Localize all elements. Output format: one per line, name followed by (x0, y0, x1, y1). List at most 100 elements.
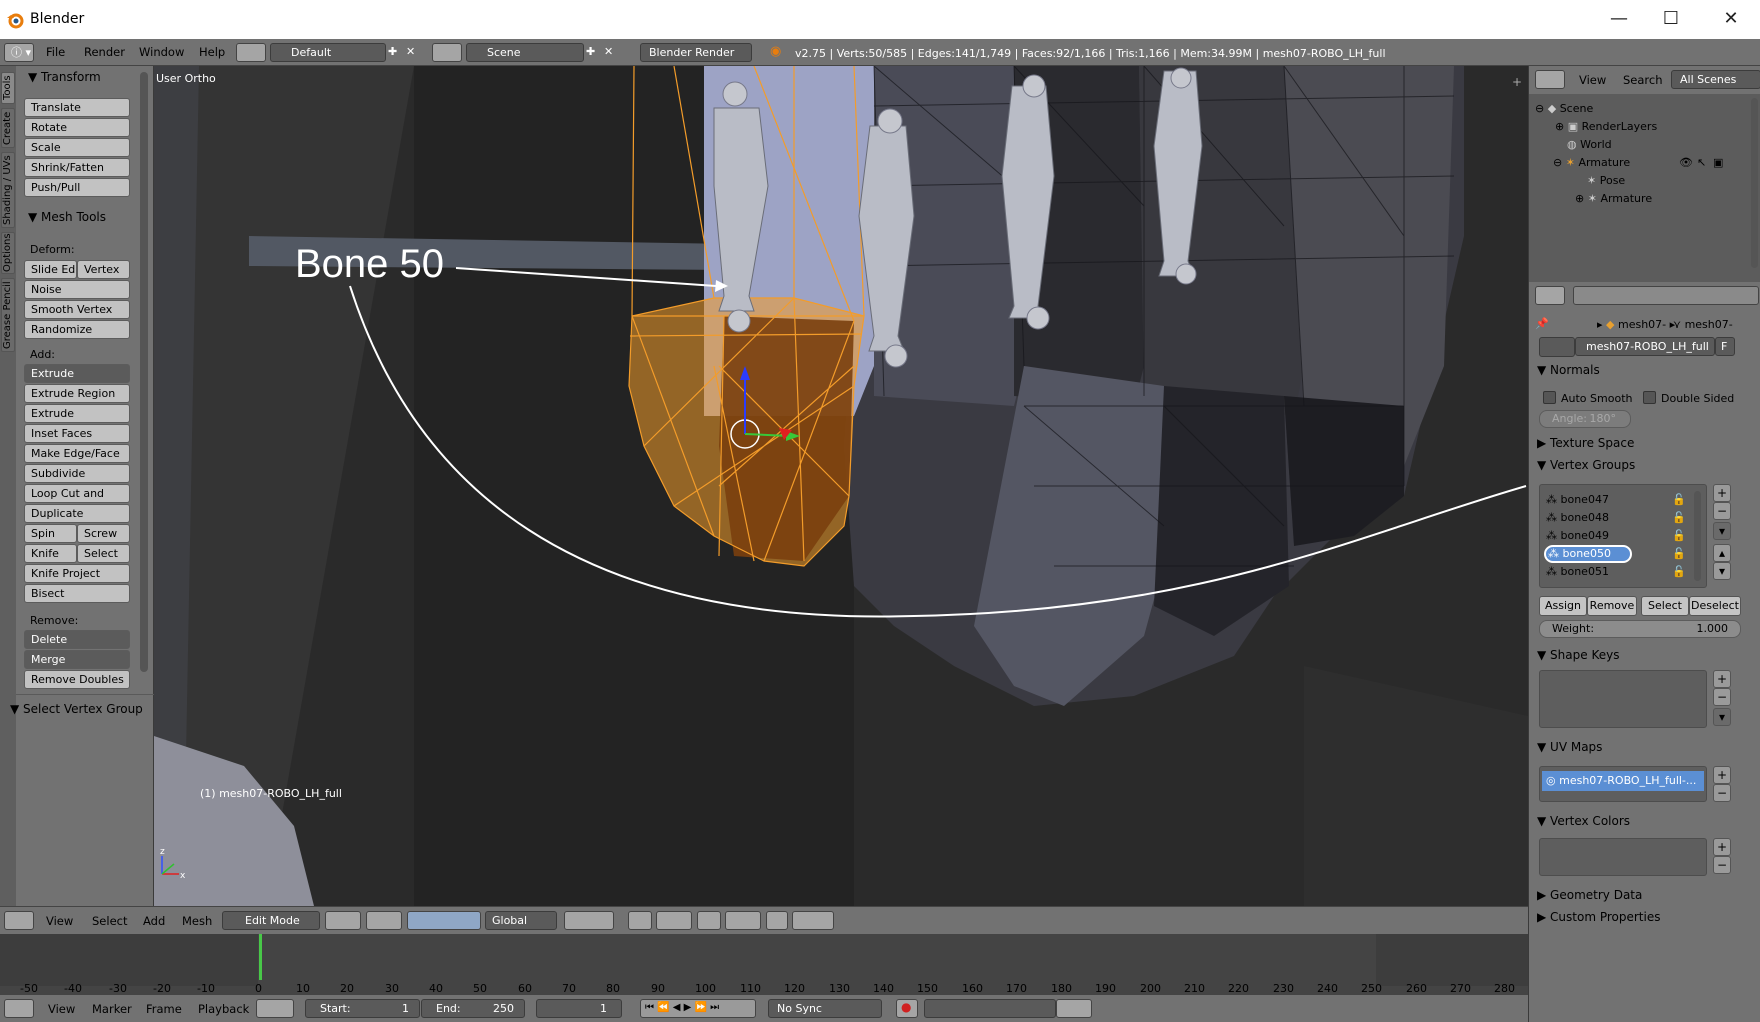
render-engine-select[interactable]: Blender Render (640, 43, 752, 62)
move-up-icon[interactable]: ▴ (1713, 544, 1731, 562)
add-layout-icon[interactable]: ✚ (388, 45, 397, 58)
vertex-groups-panel-header[interactable]: ▼ Vertex Groups (1537, 458, 1635, 472)
proportional-edit-icon[interactable] (656, 911, 692, 930)
outliner-item-renderlayers[interactable]: ⊕ ▣ RenderLayers (1555, 120, 1657, 133)
toolshelf-scrollbar[interactable] (140, 72, 148, 672)
outliner-scrollbar[interactable] (1751, 98, 1758, 268)
add-scene-icon[interactable]: ✚ (586, 45, 595, 58)
menu-help[interactable]: Help (199, 45, 225, 59)
loop-cut-button[interactable]: Loop Cut and Slide (24, 484, 130, 517)
scene-icon[interactable] (432, 43, 462, 62)
remove-vertex-group-button[interactable]: − (1713, 502, 1731, 520)
playback-controls[interactable]: ⏮ ⏪ ◀ ▶ ⏩ ⏭ (640, 999, 756, 1018)
shrink-fatten-button[interactable]: Shrink/Fatten (24, 158, 130, 177)
make-edge-face-button[interactable]: Make Edge/Face (24, 444, 130, 463)
vertex-group-item-active[interactable]: ⁂ bone050 (1544, 545, 1632, 563)
viewport-editor-type-icon[interactable] (4, 911, 34, 930)
viewport-menu-mesh[interactable]: Mesh (182, 914, 212, 928)
push-pull-button[interactable]: Push/Pull (24, 178, 130, 197)
close-button[interactable]: ✕ (1720, 8, 1742, 30)
outliner-item-pose[interactable]: ✶ Pose (1587, 174, 1625, 187)
orientation-select[interactable]: Global (485, 911, 557, 930)
viewport-menu-select[interactable]: Select (92, 914, 127, 928)
spin-button[interactable]: Spin (24, 524, 77, 543)
outliner-item-armature-data[interactable]: ⊕ ✶ Armature (1575, 192, 1652, 205)
manipulator-icons[interactable] (407, 911, 481, 930)
move-down-icon[interactable]: ▾ (1713, 562, 1731, 580)
rotate-button[interactable]: Rotate (24, 118, 130, 137)
auto-smooth-checkbox[interactable] (1543, 391, 1556, 404)
tab-create[interactable]: Create (1, 108, 15, 148)
screw-button[interactable]: Screw (77, 524, 130, 543)
weight-field[interactable]: Weight: 1.000 (1539, 620, 1741, 638)
lock-icon[interactable]: 🔓 (1672, 529, 1686, 542)
keyframe-icons[interactable] (1056, 999, 1092, 1018)
select-cursor-icon[interactable]: ↖ (1697, 156, 1706, 169)
snap-icon[interactable] (697, 911, 721, 930)
randomize-button[interactable]: Randomize (24, 320, 130, 339)
uv-maps-panel-header[interactable]: ▼ UV Maps (1537, 740, 1602, 754)
current-frame-marker[interactable] (259, 934, 262, 980)
mesh-tools-panel-header[interactable]: ▼ Mesh Tools (28, 210, 106, 224)
menu-window[interactable]: Window (139, 45, 184, 59)
select-button[interactable]: Select (1641, 596, 1689, 616)
mesh-datablock-icon[interactable] (1539, 337, 1575, 357)
vertex-group-item[interactable]: ⁂ bone049 (1546, 529, 1609, 542)
timeline-editor-type-icon[interactable] (4, 999, 34, 1018)
knife-button[interactable]: Knife (24, 544, 77, 563)
slide-edge-button[interactable]: Slide Ed (24, 260, 77, 279)
outliner-item-armature[interactable]: ⊖ ✶ Armature (1553, 156, 1630, 169)
remove-shape-key-button[interactable]: − (1713, 688, 1731, 706)
timeline-menu-frame[interactable]: Frame (146, 1002, 182, 1016)
vertex-group-specials-icon[interactable]: ▾ (1713, 522, 1731, 540)
bisect-button[interactable]: Bisect (24, 584, 130, 603)
remove-scene-icon[interactable]: ✕ (604, 45, 613, 58)
noise-button[interactable]: Noise (24, 280, 130, 299)
tab-options[interactable]: Options (1, 232, 15, 274)
add-shape-key-button[interactable]: + (1713, 670, 1731, 688)
remove-doubles-button[interactable]: Remove Doubles (24, 670, 130, 689)
lock-icon[interactable]: 🔓 (1672, 565, 1686, 578)
lock-icon[interactable]: 🔓 (1672, 547, 1686, 560)
start-frame-field[interactable]: Start: 1 (305, 999, 420, 1018)
merge-dropdown[interactable]: Merge (24, 650, 130, 669)
scale-button[interactable]: Scale (24, 138, 130, 157)
minimize-button[interactable]: — (1608, 8, 1630, 30)
extrude-individual-button[interactable]: Extrude Individual (24, 404, 130, 437)
vertex-colors-panel-header[interactable]: ▼ Vertex Colors (1537, 814, 1630, 828)
timeline[interactable]: -50 -40 -30 -20 -10 0 10 20 30 40 50 60 … (0, 934, 1528, 995)
current-frame-field[interactable]: 1 (536, 999, 622, 1018)
scene-field[interactable]: Scene (466, 43, 584, 62)
timeline-menu-playback[interactable]: Playback (198, 1002, 249, 1016)
properties-editor-type-icon[interactable] (1535, 286, 1565, 305)
subdivide-button[interactable]: Subdivide (24, 464, 130, 483)
properties-context-tabs[interactable] (1573, 286, 1759, 305)
double-sided-checkbox[interactable] (1643, 391, 1656, 404)
shape-key-specials-icon[interactable]: ▾ (1713, 708, 1731, 726)
remove-button[interactable]: Remove (1587, 596, 1637, 616)
extrude-dropdown[interactable]: Extrude (24, 364, 130, 383)
texture-space-panel-header[interactable]: ▶ Texture Space (1537, 436, 1634, 450)
maximize-button[interactable]: ☐ (1660, 8, 1682, 30)
pin-icon[interactable]: 📌 (1535, 317, 1549, 330)
3d-viewport[interactable]: z x + User Ortho (1) mesh07-ROBO_LH_full… (154, 66, 1528, 906)
angle-field[interactable]: Angle: 180° (1539, 410, 1631, 428)
mode-select[interactable]: Edit Mode (222, 911, 320, 930)
end-frame-field[interactable]: End: 250 (421, 999, 525, 1018)
add-vertex-group-button[interactable]: + (1713, 484, 1731, 502)
normals-panel-header[interactable]: ▼ Normals (1537, 363, 1600, 377)
smooth-vertex-button[interactable]: Smooth Vertex (24, 300, 130, 319)
uv-map-item[interactable]: ◎ mesh07-ROBO_LH_full-... (1542, 771, 1704, 791)
pivot-select-icon[interactable] (366, 911, 402, 930)
preview-range-icons[interactable] (256, 999, 294, 1018)
sync-select[interactable]: No Sync (768, 999, 882, 1018)
timeline-menu-marker[interactable]: Marker (92, 1002, 132, 1016)
visibility-eye-icon[interactable]: 👁 (1679, 156, 1693, 169)
tab-shading-uvs[interactable]: Shading / UVs (1, 152, 15, 228)
occlude-icon[interactable] (628, 911, 652, 930)
add-uv-map-button[interactable]: + (1713, 766, 1731, 784)
outliner-filter-select[interactable]: All Scenes (1671, 70, 1760, 89)
layout-field[interactable]: Default (270, 43, 386, 62)
lock-icon[interactable]: 🔓 (1672, 511, 1686, 524)
viewport-menu-view[interactable]: View (46, 914, 73, 928)
